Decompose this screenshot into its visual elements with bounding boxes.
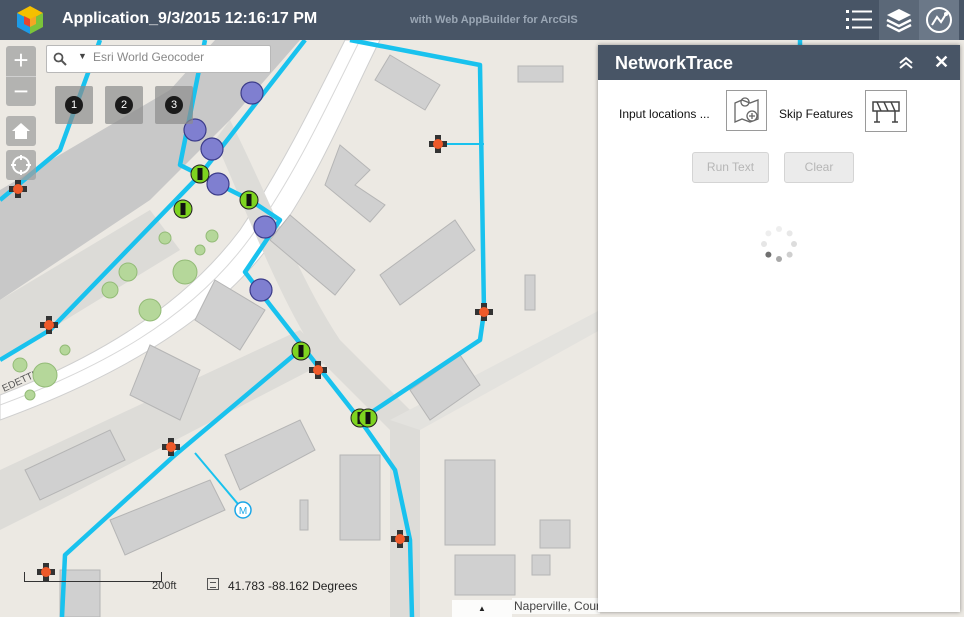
geocoder-dropdown-icon[interactable]: ▼ [78,51,87,61]
app-header: Application_9/3/2015 12:16:17 PM with We… [0,0,964,40]
network-trace-icon [926,7,952,33]
app-title: Application_9/3/2015 12:16:17 PM [62,10,318,27]
home-icon [12,123,30,139]
bookmark-3-label: 3 [165,96,183,114]
app-logo-icon [14,4,46,36]
search-icon[interactable] [53,52,67,71]
layers-icon [886,9,912,33]
zoom-out-button[interactable]: − [6,76,36,106]
list-icon [846,10,872,29]
attribution-toggle[interactable]: ▲ [452,600,512,617]
input-locations-button[interactable] [726,90,767,131]
bookmark-2-label: 2 [115,96,133,114]
my-location-button[interactable] [6,150,36,180]
bookmark-3[interactable]: 3 [155,86,193,124]
home-button[interactable] [6,116,36,146]
geocoder-search[interactable]: ▼ [46,45,271,73]
barrier-icon [872,101,900,123]
meter-label: M [239,506,247,517]
list-button[interactable] [839,0,879,40]
panel-header: NetworkTrace ✕ [598,45,960,80]
skip-features-label: Skip Features [779,107,854,121]
coordinate-icon[interactable] [207,578,219,590]
crosshair-icon [11,155,31,175]
scale-bar [24,572,162,582]
search-input[interactable] [93,50,263,64]
layers-button[interactable] [879,0,919,40]
network-trace-panel: NetworkTrace ✕ Input locations ... Skip … [598,45,960,612]
skip-features-button[interactable] [865,90,907,132]
attribution-text: Naperville, County [512,598,600,614]
bookmark-1-label: 1 [65,96,83,114]
add-location-icon [733,96,759,123]
collapse-icon[interactable] [898,55,914,71]
panel-title: NetworkTrace [615,53,734,73]
zoom-in-button[interactable]: + [6,46,36,76]
app-subtitle: with Web AppBuilder for ArcGIS [410,14,578,26]
loading-spinner-icon [760,225,798,263]
network-trace-button[interactable] [919,0,959,40]
run-trace-button[interactable]: Run Text [692,152,769,183]
clear-button[interactable]: Clear [784,152,854,183]
bookmark-1[interactable]: 1 [55,86,93,124]
scale-label: 200ft [152,580,177,592]
bookmark-2[interactable]: 2 [105,86,143,124]
close-icon[interactable]: ✕ [934,53,949,71]
input-locations-label: Input locations ... [619,107,710,121]
coordinate-readout: 41.783 -88.162 Degrees [228,579,358,593]
